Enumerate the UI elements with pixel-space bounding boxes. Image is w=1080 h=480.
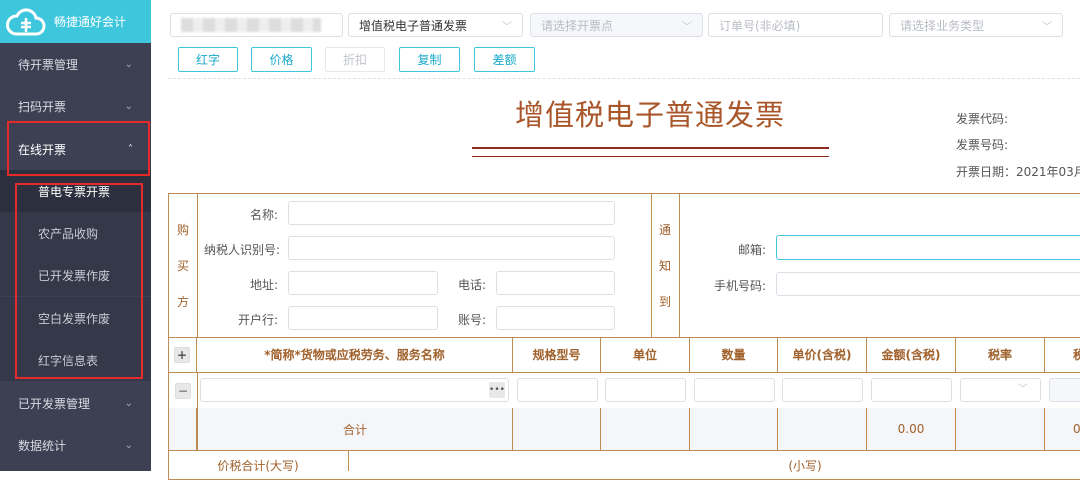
label: 数据统计 [18,438,67,453]
sidebar-item-pending[interactable]: 待开票管理 ⌄ [0,43,151,85]
point-select[interactable]: 请选择开票点 ﹀ [530,13,703,37]
email-input[interactable] [776,235,1080,260]
grand-lower-label: (小写) [788,459,822,473]
sidebar-item-issued[interactable]: 已开发票管理 ⌄ [0,382,151,424]
divider [348,450,349,471]
header-spec: 规格型号 [513,337,601,372]
plus-icon[interactable]: + [174,346,190,363]
total-cell [778,408,867,450]
price-input[interactable] [782,378,863,402]
label: 已开发票管理 [18,396,91,411]
chevron-down-icon: ⌄ [124,58,133,70]
unit-input[interactable] [605,378,686,402]
total-cell [513,408,601,450]
biz-type-select[interactable]: 请选择业务类型 ﹀ [889,13,1063,37]
buyer-bank-input[interactable] [288,306,438,330]
order-input[interactable]: 订单号(非必填) [708,13,883,37]
discount-button[interactable]: 折扣 [325,47,385,72]
invoice-number-label: 发票号码: [956,138,1009,152]
label: 扫码开票 [18,99,67,114]
email-label: 邮箱: [737,243,766,257]
taxid-label: 纳税人识别号: [203,243,280,257]
divider [168,78,1080,79]
header-rate: 税率 [956,337,1045,372]
rate-select[interactable]: ﹀ [960,378,1041,402]
sidebar-item-stats[interactable]: 数据统计 ⌄ [0,424,151,466]
add-row-cell: + [168,337,197,372]
buyer-name-input[interactable] [288,201,615,225]
goods-name-input[interactable]: ••• [200,378,509,402]
chevron-down-icon: ⌄ [124,100,133,112]
logo: 畅捷通好会计 [0,0,151,43]
buyer-phone-input[interactable] [496,271,615,295]
invoice-title: 增值税电子普通发票 [514,98,785,132]
invoice-code-label: 发票代码: [956,112,1009,126]
blurred-company [181,18,321,32]
buyer-taxid-input[interactable] [288,236,615,260]
header-qty: 数量 [690,337,778,372]
buyer-address-input[interactable] [288,271,438,295]
total-amount: 0.00 [867,408,956,450]
phone-label: 电话: [457,278,486,292]
highlight-box [7,121,150,176]
chevron-down-icon: ⌄ [124,439,133,451]
header-amount: 金额(含税) [867,337,956,372]
header-price: 单价(含税) [778,337,867,372]
company-select[interactable] [170,13,343,37]
total-cell [956,408,1045,450]
cloud-logo-icon [6,7,46,35]
chevron-down-icon: ﹀ [1018,384,1028,395]
tax-input[interactable] [1049,378,1080,402]
amount-input[interactable] [871,378,952,402]
placeholder: 请选择开票点 [541,18,614,33]
price-button[interactable]: 价格 [251,47,312,72]
mobile-label: 手机号码: [713,279,766,293]
label: 待开票管理 [18,57,79,72]
total-cell [601,408,690,450]
chevron-down-icon: ⌄ [124,397,133,409]
name-label: 名称: [249,208,278,222]
total-label: 合计 [197,408,513,450]
total-cell [690,408,778,450]
chevron-down-icon: ﹀ [682,21,692,33]
more-icon[interactable]: ••• [489,382,505,398]
spec-input[interactable] [517,378,598,402]
buyer-account-input[interactable] [496,306,615,330]
minus-icon[interactable]: − [175,383,191,399]
bank-label: 开户行: [237,313,278,327]
total-tax: 0 [1045,408,1080,450]
placeholder: 订单号(非必填) [719,18,801,33]
buyer-label: 购买方 [176,223,189,309]
total-cell [169,408,197,450]
sidebar: 畅捷通好会计 待开票管理 ⌄ 扫码开票 ⌄ 在线开票 ˄ 普电专票开票 农产品收购 已… [0,0,151,471]
qty-input[interactable] [694,378,775,402]
mobile-input[interactable] [776,272,1080,296]
highlight-box [15,183,143,379]
value: 增值税电子普通发票 [359,18,468,33]
divider [168,372,1080,373]
account-label: 账号: [457,313,486,327]
header-unit: 单位 [601,337,690,372]
notify-label: 通知到 [658,223,671,309]
title-underline [472,147,829,149]
diff-button[interactable]: 差额 [474,47,535,72]
chevron-down-icon: ﹀ [1042,21,1052,33]
grand-upper-label: 价税合计(大写) [217,459,299,473]
header-name: *简称*货物或应税劳务、服务名称 [197,337,513,372]
address-label: 地址: [249,278,278,292]
placeholder: 请选择业务类型 [900,18,985,33]
red-button[interactable]: 红字 [178,47,238,72]
chevron-down-icon: ﹀ [502,21,512,33]
invoice-date: 开票日期：2021年03月 [956,165,1080,179]
copy-button[interactable]: 复制 [399,47,460,72]
invoice-type-select[interactable]: 增值税电子普通发票 ﹀ [348,13,523,37]
title-underline [472,156,829,157]
header-tax: 税 [1045,337,1080,372]
app-name: 畅捷通好会计 [54,15,127,29]
